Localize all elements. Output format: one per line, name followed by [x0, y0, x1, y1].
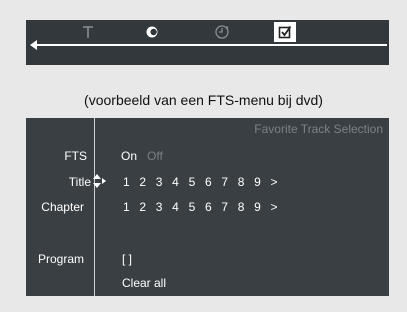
chapter-number[interactable]: 6	[205, 200, 221, 214]
chapter-number[interactable]: 4	[172, 200, 188, 214]
title-number[interactable]: 6	[205, 175, 221, 189]
title-next-arrow[interactable]: >	[271, 175, 287, 189]
title-number[interactable]: 9	[254, 175, 270, 189]
chapter-number-list: 1 2 3 4 5 6 7 8 9 >	[123, 200, 287, 214]
chapter-number[interactable]: 2	[139, 200, 155, 214]
up-down-arrow-icon[interactable]	[92, 172, 106, 188]
fts-panel: Favorite Track Selection FTS On Off Titl…	[26, 118, 389, 296]
chapter-label: Chapter	[41, 200, 84, 214]
title-number-list: 1 2 3 4 5 6 7 8 9 >	[123, 175, 287, 189]
title-number[interactable]: 5	[189, 175, 205, 189]
text-t-icon[interactable]	[77, 22, 99, 42]
title-number[interactable]: 8	[238, 175, 254, 189]
program-label: Program	[37, 252, 84, 266]
clock-icon[interactable]	[211, 22, 233, 42]
caption: (voorbeeld van een FTS-menu bij dvd)	[84, 92, 323, 108]
title-number[interactable]: 4	[172, 175, 188, 189]
program-value[interactable]: [ ]	[122, 252, 132, 266]
chapter-next-arrow[interactable]: >	[271, 200, 287, 214]
title-number[interactable]: 1	[123, 175, 139, 189]
title-number[interactable]: 3	[156, 175, 172, 189]
title-number[interactable]: 2	[139, 175, 155, 189]
title-label: Title	[68, 175, 91, 189]
chapter-number[interactable]: 5	[189, 200, 205, 214]
panel-divider	[94, 118, 95, 296]
checkbox-icon[interactable]	[274, 22, 296, 42]
menu-bar	[26, 20, 389, 65]
panel-subtitle: Favorite Track Selection	[254, 122, 383, 136]
chapter-number[interactable]: 9	[254, 200, 270, 214]
disc-c-icon[interactable]	[141, 22, 163, 42]
fts-on-option[interactable]: On	[121, 149, 137, 163]
left-arrow-icon[interactable]	[30, 40, 37, 50]
chapter-number[interactable]: 7	[221, 200, 237, 214]
clear-all-button[interactable]: Clear all	[122, 276, 166, 290]
menu-bar-line	[34, 44, 387, 46]
title-number[interactable]: 7	[221, 175, 237, 189]
chapter-number[interactable]: 8	[238, 200, 254, 214]
chapter-number[interactable]: 1	[123, 200, 139, 214]
fts-label: FTS	[64, 149, 87, 163]
fts-off-option[interactable]: Off	[147, 149, 163, 163]
chapter-number[interactable]: 3	[156, 200, 172, 214]
